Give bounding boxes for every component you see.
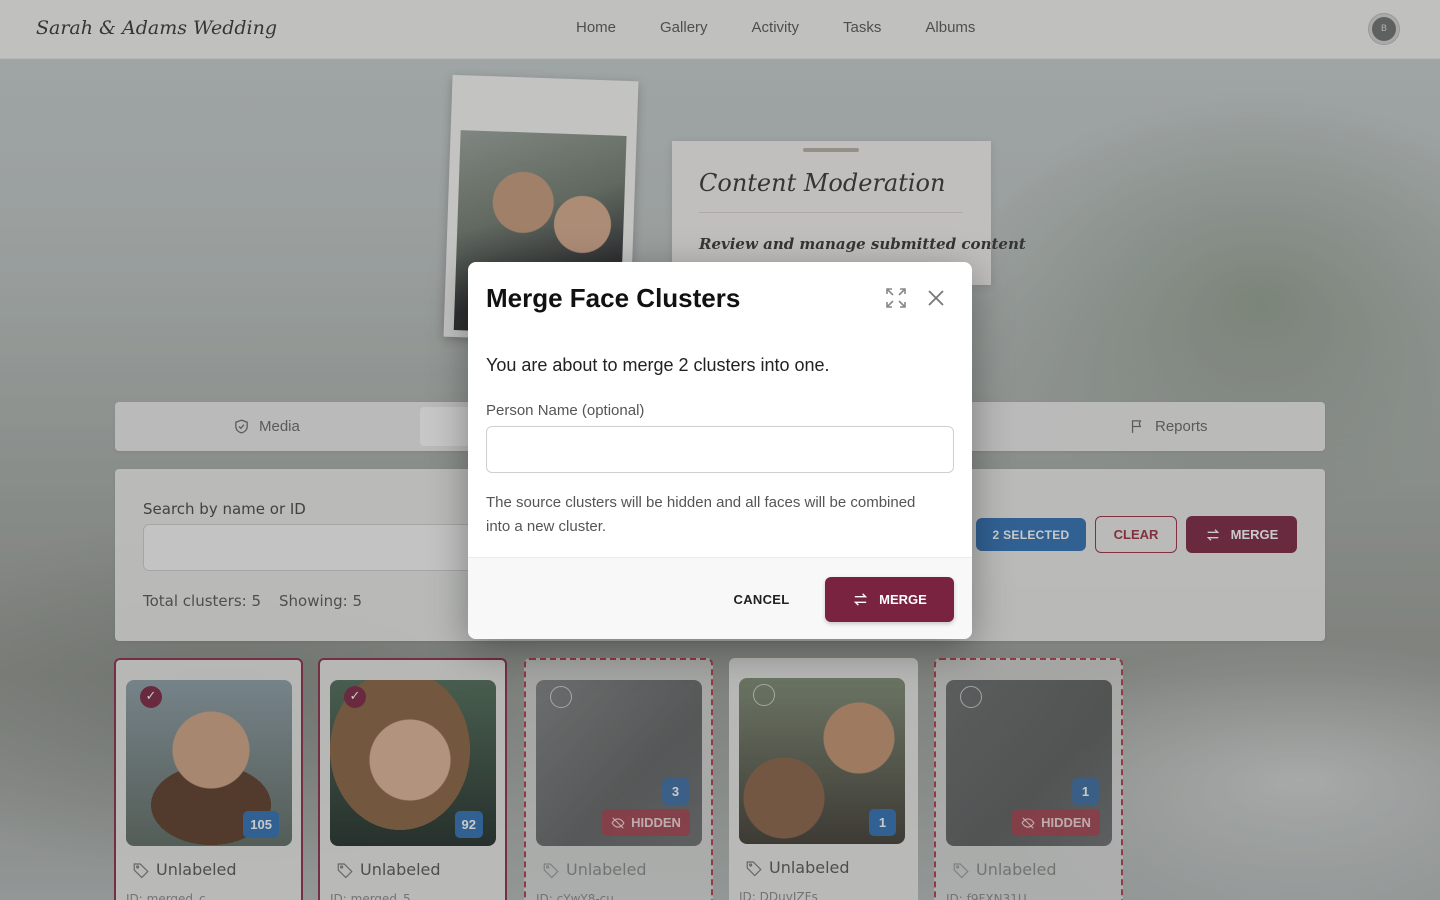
close-icon[interactable] (924, 286, 948, 310)
dialog-note: The source clusters will be hidden and a… (486, 494, 916, 535)
merge-clusters-dialog: Merge Face Clusters You are about to mer… (468, 262, 972, 639)
person-name-input[interactable] (486, 426, 954, 473)
cancel-button[interactable]: CANCEL (724, 578, 799, 621)
swap-arrows-icon (853, 593, 868, 606)
dialog-message: You are about to merge 2 clusters into o… (486, 355, 830, 375)
merge-confirm-button[interactable]: MERGE (825, 577, 954, 622)
dialog-footer: CANCEL MERGE (468, 557, 972, 639)
expand-icon[interactable] (884, 286, 908, 310)
merge-confirm-label: MERGE (879, 592, 927, 607)
dialog-title: Merge Face Clusters (486, 283, 741, 313)
person-name-label: Person Name (optional) (486, 402, 645, 419)
